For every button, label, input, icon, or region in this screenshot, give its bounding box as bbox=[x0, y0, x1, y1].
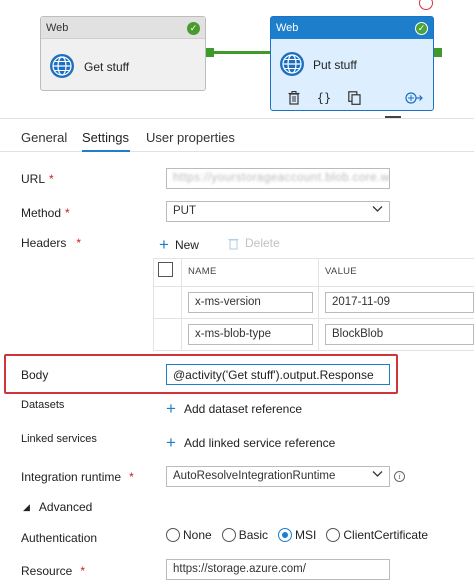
code-braces-icon[interactable]: {} bbox=[315, 90, 333, 106]
auth-option-basic[interactable]: Basic bbox=[221, 528, 268, 542]
header-name-input[interactable]: x-ms-blob-type bbox=[188, 324, 313, 345]
success-check-icon: ✓ bbox=[415, 22, 428, 35]
resource-input[interactable]: https://storage.azure.com/ bbox=[166, 559, 390, 580]
authentication-radio-group: None Basic MSI ClientCertificate bbox=[166, 528, 428, 542]
activity-name: Get stuff bbox=[84, 60, 130, 74]
tab-general[interactable]: General bbox=[21, 130, 67, 145]
annotation-circle bbox=[419, 0, 433, 10]
plus-icon: + bbox=[166, 433, 176, 452]
add-dataset-reference-button[interactable]: + Add dataset reference bbox=[166, 400, 302, 417]
grid-border bbox=[153, 258, 474, 259]
plus-icon: + bbox=[166, 399, 176, 418]
pipeline-canvas[interactable]: Web ✓ Get stuff Web ✓ Put stuff {} bbox=[0, 0, 474, 118]
auth-option-clientcertificate[interactable]: ClientCertificate bbox=[326, 528, 428, 542]
auth-option-none[interactable]: None bbox=[166, 528, 212, 542]
globe-icon bbox=[50, 54, 74, 78]
header-value-input[interactable]: BlockBlob bbox=[325, 324, 474, 345]
grid-border bbox=[153, 350, 474, 351]
trash-icon[interactable] bbox=[285, 90, 303, 106]
copy-icon[interactable] bbox=[345, 90, 363, 106]
method-select[interactable]: PUT bbox=[166, 201, 390, 222]
delete-header-button[interactable]: Delete bbox=[228, 236, 280, 250]
activity-get-stuff[interactable]: Web ✓ Get stuff bbox=[40, 16, 206, 91]
activity-type-label: Web bbox=[41, 17, 205, 39]
add-output-icon[interactable] bbox=[405, 90, 423, 106]
chevron-down-icon bbox=[372, 205, 383, 216]
header-value-input[interactable]: 2017-11-09 bbox=[325, 292, 474, 313]
linked-services-label: Linked services bbox=[21, 433, 97, 445]
globe-icon bbox=[280, 52, 304, 76]
active-tab-indicator bbox=[82, 150, 130, 152]
add-linked-service-reference-button[interactable]: + Add linked service reference bbox=[166, 434, 335, 451]
grid-border bbox=[153, 258, 154, 350]
tab-settings[interactable]: Settings bbox=[82, 130, 129, 145]
caret-down-icon: ◢ bbox=[23, 501, 30, 512]
authentication-label: Authentication bbox=[21, 531, 98, 545]
datasets-label: Datasets bbox=[21, 399, 65, 411]
grid-border bbox=[153, 286, 474, 287]
body-input[interactable]: @activity('Get stuff').output.Response bbox=[166, 364, 390, 385]
info-icon[interactable]: i bbox=[394, 471, 405, 482]
url-label: URL * bbox=[21, 172, 54, 186]
activity-put-stuff[interactable]: Web ✓ Put stuff {} bbox=[270, 16, 434, 111]
trash-icon bbox=[228, 238, 239, 250]
integration-runtime-select[interactable]: AutoResolveIntegrationRuntime bbox=[166, 466, 390, 487]
success-check-icon: ✓ bbox=[187, 22, 200, 35]
grid-border bbox=[181, 258, 182, 350]
grid-border bbox=[153, 318, 474, 319]
output-port[interactable] bbox=[434, 48, 442, 57]
plus-icon: + bbox=[159, 235, 169, 254]
properties-tabs: General Settings User properties bbox=[0, 118, 474, 152]
integration-runtime-label: Integration runtime * bbox=[21, 470, 134, 484]
url-input[interactable]: https://yourstorageaccount.blob.core.win… bbox=[166, 168, 390, 189]
advanced-toggle[interactable]: ◢ Advanced bbox=[23, 500, 92, 514]
new-header-button[interactable]: + New bbox=[159, 236, 199, 253]
header-name-input[interactable]: x-ms-version bbox=[188, 292, 313, 313]
column-header-value: VALUE bbox=[325, 266, 357, 277]
resource-label: Resource * bbox=[21, 564, 86, 578]
body-label: Body bbox=[21, 368, 49, 382]
tab-user-properties[interactable]: User properties bbox=[146, 130, 235, 145]
column-header-name: NAME bbox=[188, 266, 217, 277]
auth-option-msi[interactable]: MSI bbox=[278, 528, 316, 542]
activity-toolbar: {} bbox=[285, 90, 423, 106]
headers-label: Headers * bbox=[21, 236, 82, 250]
success-connector[interactable] bbox=[206, 51, 270, 54]
activity-name: Put stuff bbox=[313, 58, 357, 72]
method-label: Method * bbox=[21, 206, 70, 220]
activity-type-label: Web bbox=[271, 17, 433, 39]
grid-border bbox=[318, 258, 319, 350]
chevron-down-icon bbox=[372, 470, 383, 481]
select-all-checkbox[interactable] bbox=[158, 262, 173, 277]
